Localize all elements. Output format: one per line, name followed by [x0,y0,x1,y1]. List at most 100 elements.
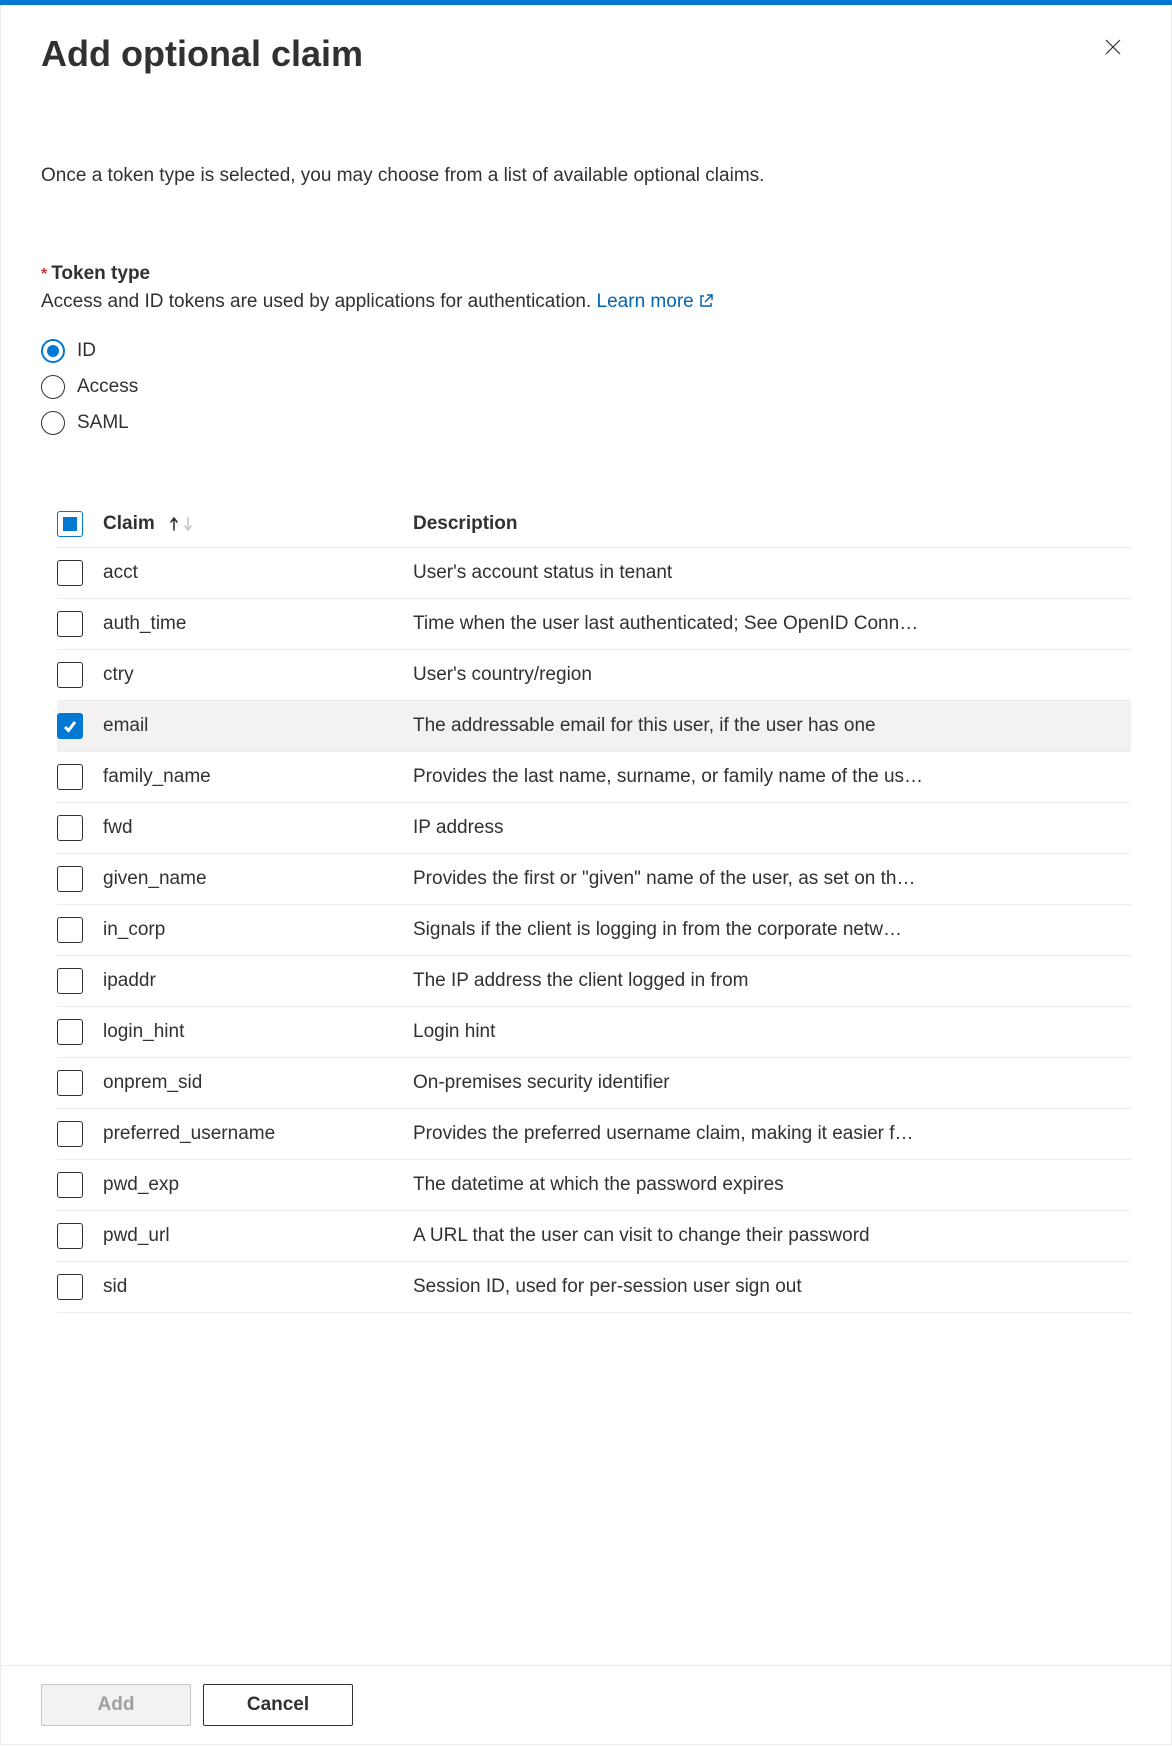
row-checkbox[interactable] [57,713,83,739]
claim-cell: fwd [103,817,413,839]
description-cell: Provides the preferred username claim, m… [413,1123,1131,1145]
claim-cell: onprem_sid [103,1072,413,1094]
row-checkbox[interactable] [57,917,83,943]
checkbox-cell [57,713,103,739]
claim-cell: sid [103,1276,413,1298]
token-type-label: Token type [51,263,150,284]
table-row[interactable]: acctUser's account status in tenant [57,548,1131,599]
table-row[interactable]: login_hintLogin hint [57,1007,1131,1058]
table-row[interactable]: fwdIP address [57,803,1131,854]
description-cell: Provides the first or "given" name of th… [413,868,1131,890]
row-checkbox[interactable] [57,866,83,892]
row-checkbox[interactable] [57,1172,83,1198]
description-cell: The datetime at which the password expir… [413,1174,1131,1196]
row-checkbox[interactable] [57,662,83,688]
checkbox-cell [57,764,103,790]
claim-cell: given_name [103,868,413,890]
checkbox-cell [57,1172,103,1198]
close-button[interactable] [1095,29,1131,68]
row-checkbox[interactable] [57,611,83,637]
claim-cell: login_hint [103,1021,413,1043]
description-cell: IP address [413,817,1131,839]
row-checkbox[interactable] [57,1223,83,1249]
radio-access[interactable]: Access [41,369,1131,405]
table-row[interactable]: pwd_expThe datetime at which the passwor… [57,1160,1131,1211]
token-type-radios: ID Access SAML [41,333,1131,441]
row-checkbox[interactable] [57,1274,83,1300]
claim-cell: pwd_url [103,1225,413,1247]
add-button[interactable]: Add [41,1684,191,1726]
select-all-checkbox[interactable] [57,511,83,537]
table-row[interactable]: pwd_urlA URL that the user can visit to … [57,1211,1131,1262]
checkbox-cell [57,1223,103,1249]
checkbox-cell [57,1019,103,1045]
checkbox-cell [57,866,103,892]
token-type-label-row: *Token type [41,263,1131,285]
description-cell: Login hint [413,1021,1131,1043]
description-cell: The addressable email for this user, if … [413,715,1131,737]
description-cell: A URL that the user can visit to change … [413,1225,1131,1247]
checkbox-cell [57,560,103,586]
claim-cell: preferred_username [103,1123,413,1145]
panel-header: Add optional claim [41,29,1131,75]
table-row[interactable]: family_nameProvides the last name, surna… [57,752,1131,803]
panel-title: Add optional claim [41,33,363,75]
row-checkbox[interactable] [57,1121,83,1147]
row-checkbox[interactable] [57,764,83,790]
radio-label: ID [77,340,96,362]
add-optional-claim-panel: Add optional claim Once a token type is … [0,5,1172,1745]
sort-up-icon [168,516,180,532]
row-checkbox[interactable] [57,560,83,586]
table-row[interactable]: sidSession ID, used for per-session user… [57,1262,1131,1313]
checkbox-cell [57,968,103,994]
token-type-section: *Token type Access and ID tokens are use… [41,263,1131,441]
table-row[interactable]: auth_timeTime when the user last authent… [57,599,1131,650]
description-cell: Session ID, used for per-session user si… [413,1276,1131,1298]
learn-more-text: Learn more [597,291,694,312]
radio-label: SAML [77,412,129,434]
row-checkbox[interactable] [57,968,83,994]
table-header-row: Claim Description [57,501,1131,548]
checkbox-cell [57,815,103,841]
table-row[interactable]: onprem_sidOn-premises security identifie… [57,1058,1131,1109]
radio-button-icon [41,339,65,363]
sort-down-icon [182,516,194,532]
checkbox-cell [57,662,103,688]
claim-cell: pwd_exp [103,1174,413,1196]
table-body: acctUser's account status in tenantauth_… [57,548,1131,1313]
sort-icons [168,516,194,532]
cancel-button[interactable]: Cancel [203,1684,353,1726]
table-row[interactable]: given_nameProvides the first or "given" … [57,854,1131,905]
claim-cell: family_name [103,766,413,788]
claim-cell: in_corp [103,919,413,941]
close-icon [1103,45,1123,60]
table-row[interactable]: ipaddrThe IP address the client logged i… [57,956,1131,1007]
claim-cell: auth_time [103,613,413,635]
row-checkbox[interactable] [57,815,83,841]
row-checkbox[interactable] [57,1070,83,1096]
claims-table: Claim Description acctUser's account sta… [57,501,1131,1313]
table-row[interactable]: preferred_usernameProvides the preferred… [57,1109,1131,1160]
table-row[interactable]: emailThe addressable email for this user… [57,701,1131,752]
token-type-description-row: Access and ID tokens are used by applica… [41,291,1131,315]
description-cell: Provides the last name, surname, or fami… [413,766,1131,788]
radio-button-icon [41,375,65,399]
checkbox-cell [57,1274,103,1300]
intro-text: Once a token type is selected, you may c… [41,165,1131,187]
claim-cell: ctry [103,664,413,686]
table-row[interactable]: in_corpSignals if the client is logging … [57,905,1131,956]
panel-footer: Add Cancel [1,1665,1171,1744]
radio-id[interactable]: ID [41,333,1131,369]
header-claim[interactable]: Claim [103,513,413,535]
claim-cell: ipaddr [103,970,413,992]
table-row[interactable]: ctryUser's country/region [57,650,1131,701]
claim-cell: email [103,715,413,737]
description-cell: User's account status in tenant [413,562,1131,584]
description-cell: On-premises security identifier [413,1072,1131,1094]
select-all-cell [57,511,103,537]
radio-saml[interactable]: SAML [41,405,1131,441]
header-description[interactable]: Description [413,513,1131,535]
header-claim-label: Claim [103,513,155,534]
row-checkbox[interactable] [57,1019,83,1045]
learn-more-link[interactable]: Learn more [597,291,714,312]
